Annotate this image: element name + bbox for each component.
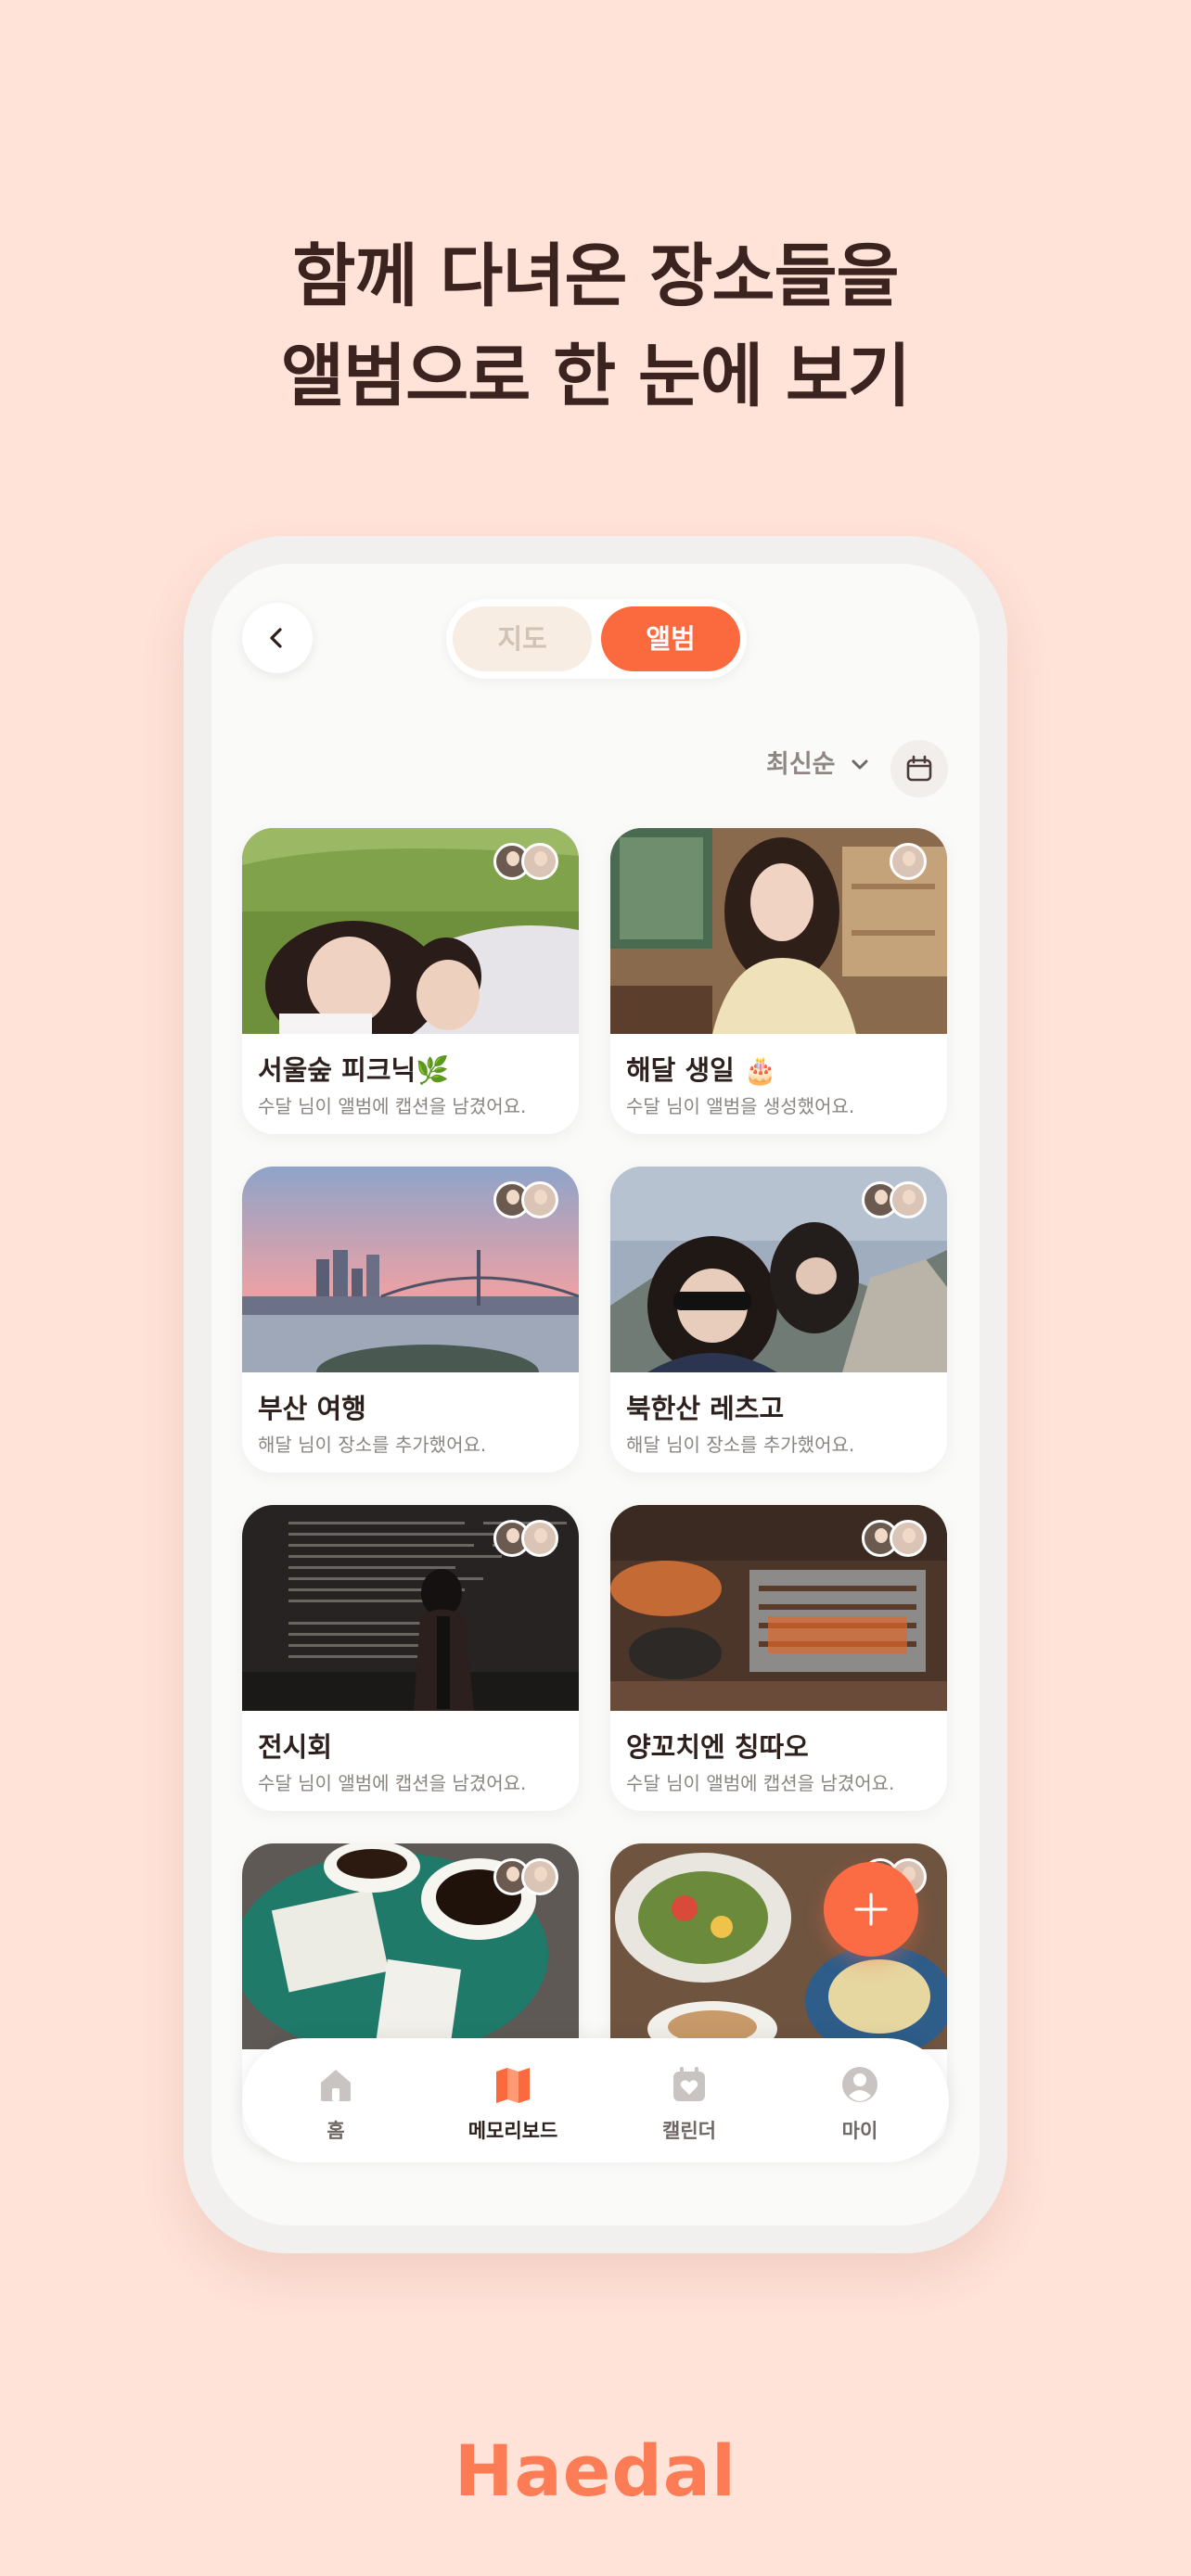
calendar-filter-button[interactable] [890, 740, 948, 797]
tab-label: 홈 [327, 2120, 345, 2142]
album-title: 부산 여행 [258, 1393, 366, 1424]
phone-frame: 지도 앨범 최신순 서울숲 피크닉🌿 수달 님이 앨범에 캡션을 남겼어요. 해… [184, 536, 1007, 2253]
album-card[interactable]: 전시회 수달 님이 앨범에 캡션을 남겼어요. [242, 1505, 579, 1811]
tab-my[interactable]: 마이 [776, 2038, 943, 2162]
avatar [521, 1858, 558, 1895]
view-segment-control: 지도 앨범 [446, 599, 747, 679]
tab-calendar[interactable]: 캘린더 [606, 2038, 773, 2162]
chevron-down-icon[interactable] [850, 757, 870, 773]
album-photo [610, 1167, 947, 1372]
headline-line-2: 앨범으로 한 눈에 보기 [280, 337, 911, 416]
calendar-icon [906, 755, 932, 782]
tab-memory-board[interactable]: 메모리보드 [429, 2038, 596, 2162]
album-photo [242, 828, 579, 1034]
app-screen: 지도 앨범 최신순 서울숲 피크닉🌿 수달 님이 앨범에 캡션을 남겼어요. 해… [211, 564, 980, 2225]
avatar [521, 1520, 558, 1557]
album-activity: 해달 님이 장소를 추가했어요. [258, 1434, 487, 1456]
album-title: 해달 생일 🎂 [626, 1054, 778, 1086]
tab-label: 메모리보드 [467, 2120, 558, 2142]
member-avatars [890, 843, 932, 880]
tab-label: 캘린더 [662, 2120, 716, 2142]
member-avatars [493, 843, 564, 880]
member-avatars [862, 1181, 932, 1218]
home-icon [321, 2070, 351, 2101]
member-avatars [493, 1858, 564, 1895]
avatar [521, 1181, 558, 1218]
album-activity: 수달 님이 앨범에 캡션을 남겼어요. [626, 1772, 895, 1794]
album-photo [610, 828, 947, 1034]
album-photo [242, 1843, 579, 2049]
album-card[interactable]: 해달 생일 🎂 수달 님이 앨범을 생성했어요. [610, 828, 947, 1134]
avatar [890, 1520, 927, 1557]
back-button[interactable] [242, 603, 313, 673]
sort-dropdown[interactable]: 최신순 [766, 742, 836, 788]
member-avatars [493, 1520, 564, 1557]
headline-line-1: 함께 다녀온 장소들을 [292, 236, 899, 316]
calendar-heart-icon [673, 2067, 705, 2101]
segment-album[interactable]: 앨범 [601, 606, 740, 671]
member-avatars [862, 1520, 932, 1557]
album-card[interactable]: 북한산 레츠고 해달 님이 장소를 추가했어요. [610, 1167, 947, 1473]
album-title: 북한산 레츠고 [626, 1393, 785, 1424]
avatar [521, 843, 558, 880]
album-title: 전시회 [258, 1731, 333, 1763]
album-card[interactable]: 서울숲 피크닉🌿 수달 님이 앨범에 캡션을 남겼어요. [242, 828, 579, 1134]
avatar [890, 843, 927, 880]
album-activity: 수달 님이 앨범에 캡션을 남겼어요. [258, 1772, 527, 1794]
bottom-tab-bar: 홈 메모리보드 캘린더 마이 [242, 2038, 949, 2162]
avatar [890, 1181, 927, 1218]
brand-logo: Haedal [454, 2429, 737, 2512]
profile-icon [842, 2067, 877, 2102]
tab-home[interactable]: 홈 [252, 2038, 419, 2162]
plus-icon [854, 1893, 888, 1926]
album-activity: 수달 님이 앨범에 캡션을 남겼어요. [258, 1095, 527, 1117]
album-activity: 수달 님이 앨범을 생성했어요. [626, 1095, 855, 1117]
tab-label: 마이 [841, 2120, 878, 2142]
album-card[interactable]: 부산 여행 해달 님이 장소를 추가했어요. [242, 1167, 579, 1473]
headline: 함께 다녀온 장소들을 앨범으로 한 눈에 보기 [0, 226, 1191, 427]
album-card[interactable]: 양꼬치엔 칭따오 수달 님이 앨범에 캡션을 남겼어요. [610, 1505, 947, 1811]
album-photo [242, 1505, 579, 1711]
segment-map[interactable]: 지도 [453, 606, 592, 671]
album-activity: 해달 님이 장소를 추가했어요. [626, 1434, 855, 1456]
member-avatars [493, 1181, 564, 1218]
add-album-button[interactable] [824, 1862, 918, 1957]
album-title: 양꼬치엔 칭따오 [626, 1731, 809, 1763]
album-title: 서울숲 피크닉🌿 [258, 1054, 450, 1086]
album-photo [610, 1505, 947, 1711]
memory-board-icon [496, 2068, 530, 2103]
album-photo [242, 1167, 579, 1372]
chevron-left-icon [270, 628, 282, 648]
